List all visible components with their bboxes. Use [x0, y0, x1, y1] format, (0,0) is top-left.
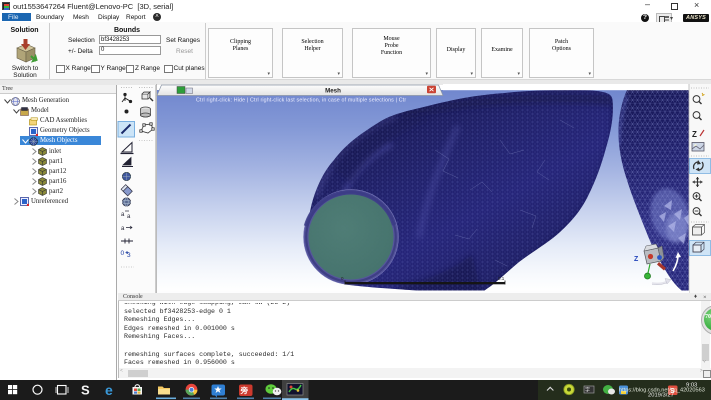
svg-text:Z: Z — [692, 130, 697, 139]
svg-text:a: a — [127, 214, 131, 220]
svg-text:S: S — [81, 383, 90, 398]
svg-text:0.1: 0.1 — [498, 276, 505, 281]
svg-text:e: e — [105, 382, 113, 398]
svg-text:3: 3 — [127, 252, 131, 259]
svg-text:Z: Z — [634, 256, 639, 263]
svg-text:Mesh: Mesh — [325, 88, 341, 95]
svg-text:字: 字 — [585, 387, 590, 394]
svg-text:Ctrl right-click: Hide | Ctrl: Ctrl right-click: Hide | Ctrl right-clic… — [196, 98, 406, 104]
svg-text:https://blog.csdn.net/qq_42020: https://blog.csdn.net/qq_42020563 — [619, 388, 705, 394]
svg-text:a: a — [121, 212, 125, 218]
svg-text:旁: 旁 — [240, 385, 249, 395]
svg-text:0: 0 — [121, 250, 125, 257]
svg-text:a: a — [121, 226, 125, 232]
